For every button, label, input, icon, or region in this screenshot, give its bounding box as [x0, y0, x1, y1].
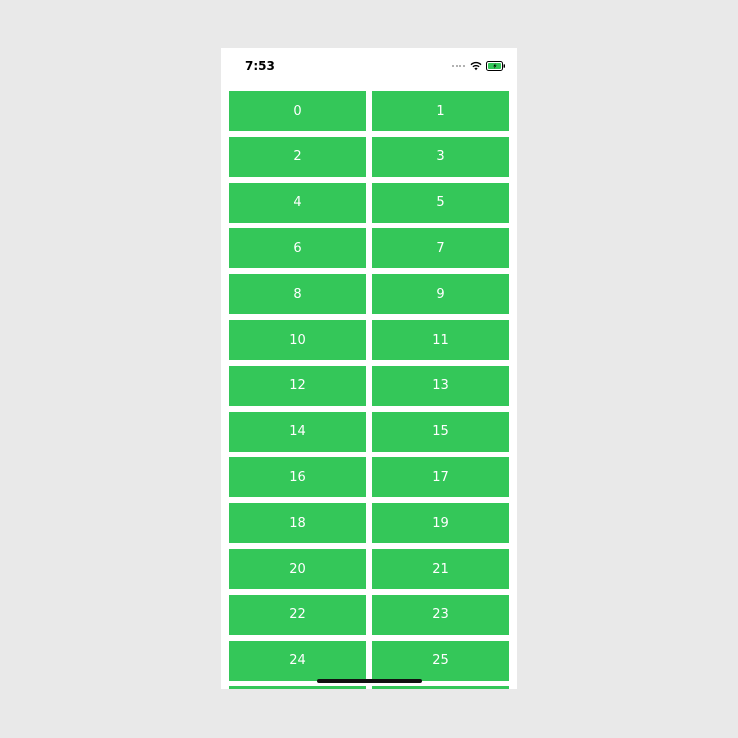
- grid-cell-0[interactable]: 0: [229, 91, 366, 131]
- grid-cell-3[interactable]: 3: [372, 136, 509, 177]
- grid-cell-19[interactable]: 19: [372, 503, 509, 544]
- grid-cell-23[interactable]: 23: [372, 594, 509, 635]
- status-bar: 7:53: [221, 48, 517, 84]
- battery-charging-icon: [486, 61, 505, 71]
- grid-cell-8[interactable]: 8: [229, 274, 366, 315]
- home-indicator[interactable]: [317, 679, 422, 683]
- grid-cell-4[interactable]: 4: [229, 182, 366, 223]
- grid-cell-21[interactable]: 21: [372, 549, 509, 589]
- grid-cell-27[interactable]: [372, 686, 509, 689]
- grid-cell-6[interactable]: 6: [229, 228, 366, 269]
- cellular-signal-icon: [452, 65, 466, 67]
- grid-cell-7[interactable]: 7: [372, 228, 509, 269]
- grid-cell-18[interactable]: 18: [229, 503, 366, 544]
- phone-screen: 7:53 0 1 2 3 4 5 6 7 8 9 10 11 12 13 14 15 16 17 18 19 20 21 2…: [221, 48, 517, 689]
- grid-cell-14[interactable]: 14: [229, 411, 366, 452]
- grid-cell-2[interactable]: 2: [229, 136, 366, 177]
- grid-cell-10[interactable]: 10: [229, 320, 366, 360]
- grid-cell-9[interactable]: 9: [372, 274, 509, 315]
- grid-cell-1[interactable]: 1: [372, 91, 509, 131]
- grid-cell-15[interactable]: 15: [372, 411, 509, 452]
- grid-cell-22[interactable]: 22: [229, 594, 366, 635]
- grid-cell-16[interactable]: 16: [229, 457, 366, 498]
- status-time: 7:53: [245, 59, 275, 73]
- grid-cell-20[interactable]: 20: [229, 549, 366, 589]
- status-icons: [452, 61, 506, 71]
- grid-cell-11[interactable]: 11: [372, 320, 509, 360]
- grid-cell-24[interactable]: 24: [229, 640, 366, 681]
- grid-cell-13[interactable]: 13: [372, 365, 509, 406]
- grid-cell-25[interactable]: 25: [372, 640, 509, 681]
- number-grid: 0 1 2 3 4 5 6 7 8 9 10 11 12 13 14 15 16 17 18 19 20 21 22 23 24…: [229, 91, 510, 689]
- wifi-icon: [470, 61, 482, 71]
- grid-cell-12[interactable]: 12: [229, 365, 366, 406]
- grid-cell-26[interactable]: [229, 686, 366, 689]
- grid-cell-17[interactable]: 17: [372, 457, 509, 498]
- grid-cell-5[interactable]: 5: [372, 182, 509, 223]
